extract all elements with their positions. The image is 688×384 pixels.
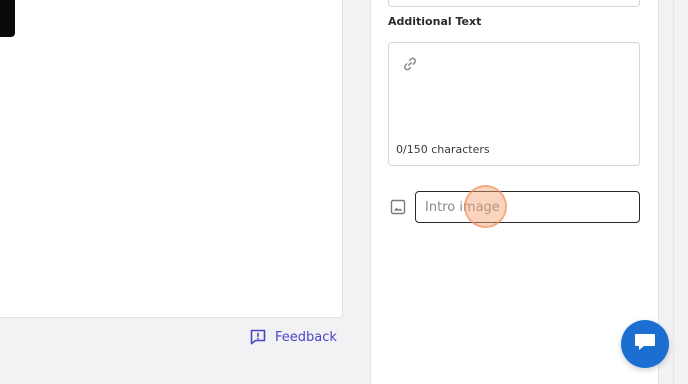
feedback-button[interactable]: Feedback	[249, 327, 337, 347]
link-icon[interactable]	[402, 56, 418, 76]
chat-button[interactable]	[621, 320, 669, 368]
canvas-element[interactable]	[0, 0, 15, 37]
editor-area: Feedback	[0, 0, 370, 384]
preview-canvas	[0, 0, 343, 318]
chat-icon	[633, 331, 657, 357]
settings-panel: Additional Text 0/150 characters	[370, 0, 659, 384]
intro-image-input[interactable]	[415, 191, 640, 223]
additional-text-editor[interactable]: 0/150 characters	[388, 42, 640, 166]
feedback-icon	[249, 328, 267, 346]
feedback-label: Feedback	[275, 329, 337, 345]
gutter-divider	[673, 0, 674, 384]
right-gutter	[659, 0, 688, 384]
character-count: 0/150 characters	[396, 143, 490, 156]
additional-text-label: Additional Text	[388, 15, 482, 28]
previous-field[interactable]	[388, 0, 640, 7]
image-icon	[390, 199, 406, 219]
